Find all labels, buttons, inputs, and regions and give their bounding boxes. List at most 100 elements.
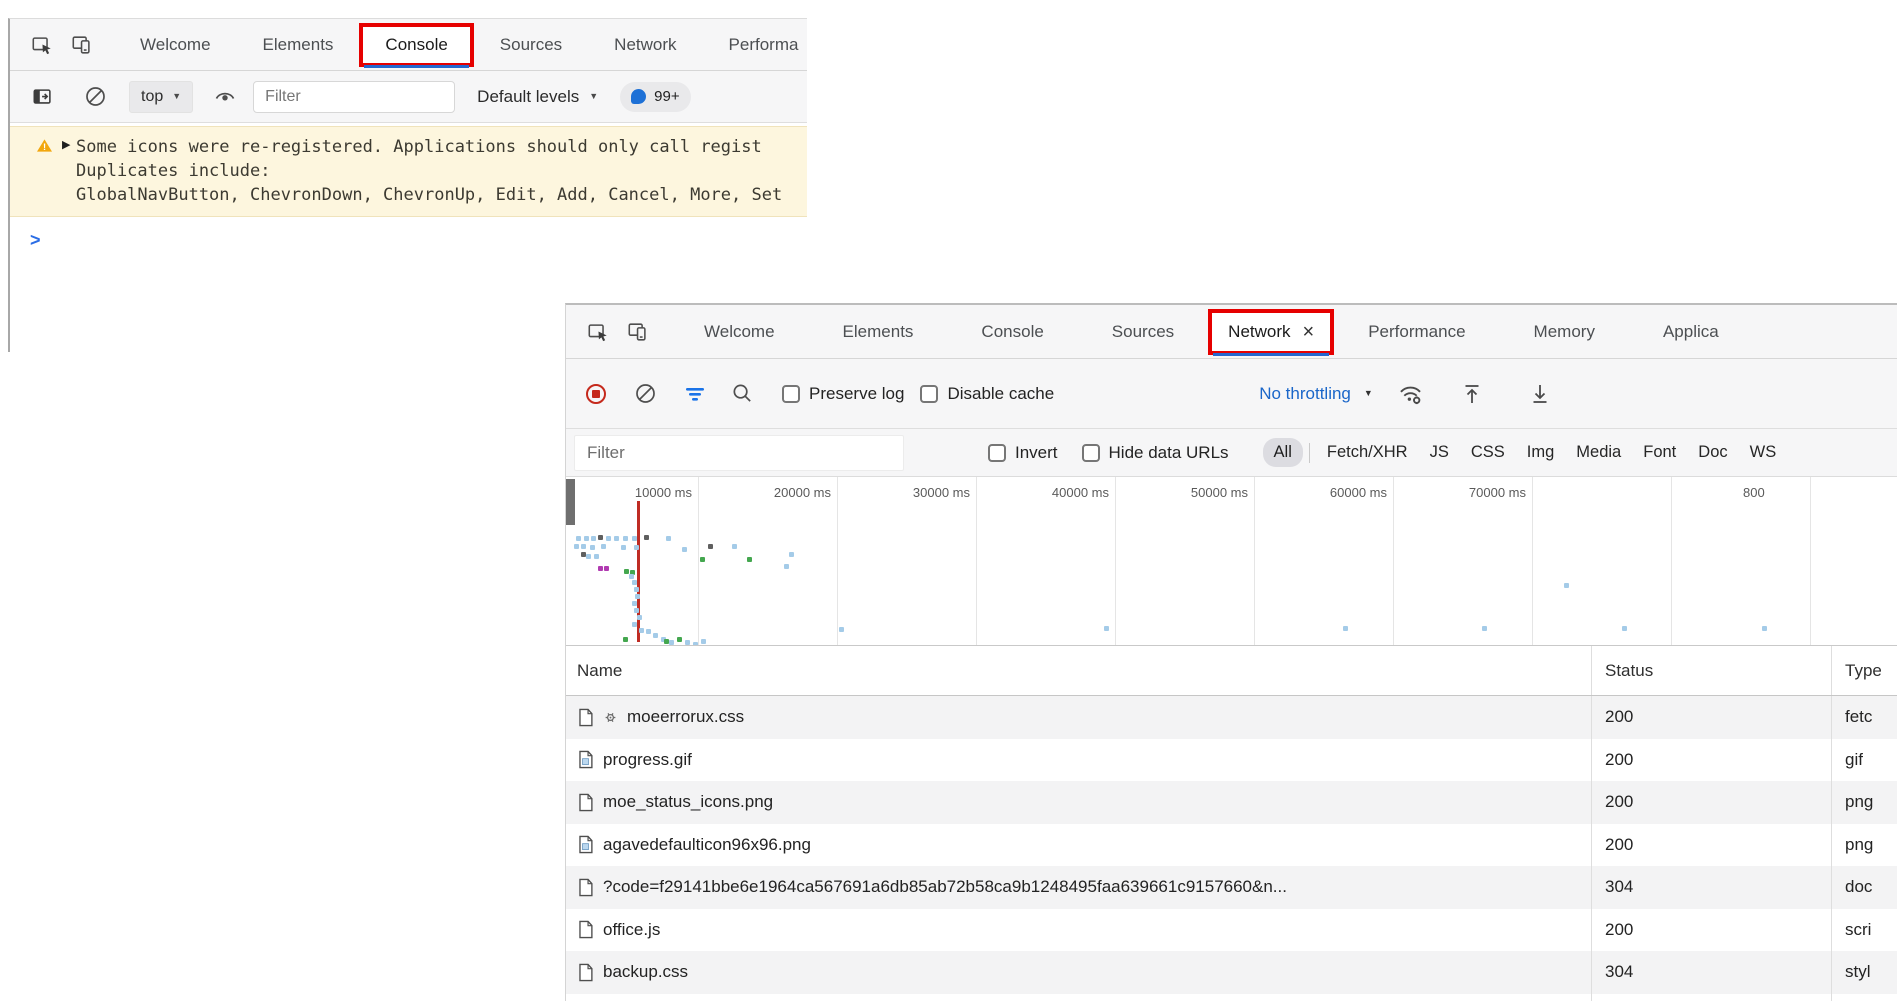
request-type-cell[interactable] — [1831, 994, 1897, 1001]
request-type-cell[interactable]: png — [1831, 781, 1897, 824]
preserve-log-checkbox[interactable]: Preserve log — [782, 384, 904, 404]
request-name: moe_status_icons.png — [603, 792, 773, 812]
tab-console[interactable]: Console — [947, 305, 1077, 358]
file-icon — [577, 877, 594, 898]
device-toolbar-icon[interactable] — [70, 33, 94, 57]
inspect-element-icon[interactable] — [586, 320, 610, 344]
record-network-log-icon[interactable] — [584, 382, 608, 406]
network-request-row[interactable]: office.js 200 scri — [566, 909, 1897, 952]
inspect-element-icon[interactable] — [30, 33, 54, 57]
network-request-row[interactable]: backup.css 304 styl — [566, 951, 1897, 994]
request-status-cell[interactable]: 200 — [1591, 739, 1831, 782]
console-warning-message[interactable]: ! ▶ Some icons were re-registered. Appli… — [10, 126, 807, 217]
clear-console-icon[interactable] — [84, 85, 107, 108]
tab-welcome[interactable]: Welcome — [670, 305, 809, 358]
tab-sources[interactable]: Sources — [1078, 305, 1208, 358]
network-request-row[interactable]: moe_status_icons.png 200 png — [566, 781, 1897, 824]
import-har-icon[interactable] — [1460, 382, 1484, 406]
tab-performance[interactable]: Performance — [1334, 305, 1499, 358]
request-name-cell[interactable]: agavedefaulticon96x96.png — [566, 824, 1591, 867]
resource-type-filter-pills: All Fetch/XHRJSCSSImgMediaFontDocWS — [1263, 438, 1788, 467]
request-type-cell[interactable]: gif — [1831, 739, 1897, 782]
network-overview-timeline[interactable]: 10000 ms20000 ms30000 ms40000 ms50000 ms… — [566, 477, 1897, 646]
filter-pill-img[interactable]: Img — [1516, 438, 1566, 467]
expand-triangle-icon[interactable]: ▶ — [62, 138, 70, 151]
filter-pill-css[interactable]: CSS — [1460, 438, 1516, 467]
disable-cache-checkbox[interactable]: Disable cache — [920, 384, 1054, 404]
clear-network-log-icon[interactable] — [634, 382, 657, 405]
request-status-cell[interactable]: 304 — [1591, 866, 1831, 909]
tab-memory[interactable]: Memory — [1500, 305, 1629, 358]
request-type-cell[interactable]: doc — [1831, 866, 1897, 909]
device-toolbar-icon[interactable] — [626, 320, 650, 344]
console-sidebar-icon[interactable] — [32, 86, 54, 108]
checkbox-unchecked[interactable] — [1082, 444, 1100, 462]
filter-pill-media[interactable]: Media — [1565, 438, 1632, 467]
request-status: 200 — [1605, 920, 1633, 940]
live-expression-eye-icon[interactable] — [213, 85, 237, 109]
search-icon[interactable] — [731, 382, 754, 405]
filter-pill-all[interactable]: All — [1263, 438, 1303, 467]
tab-network[interactable]: Network × — [1208, 309, 1334, 355]
request-name-cell[interactable]: progress.gif — [566, 739, 1591, 782]
tab-network[interactable]: Network — [588, 19, 702, 70]
request-name-cell[interactable] — [566, 994, 1591, 1001]
tab-elements[interactable]: Elements — [809, 305, 948, 358]
tab-applica[interactable]: Applica — [1629, 305, 1753, 358]
request-name-cell[interactable]: moe_status_icons.png — [566, 781, 1591, 824]
request-type-cell[interactable]: scri — [1831, 909, 1897, 952]
checkbox-unchecked[interactable] — [920, 385, 938, 403]
network-request-row[interactable] — [566, 994, 1897, 1001]
timeline-drag-handle[interactable] — [566, 479, 575, 525]
request-status-cell[interactable] — [1591, 994, 1831, 1001]
checkbox-unchecked[interactable] — [782, 385, 800, 403]
close-tab-icon[interactable]: × — [1303, 322, 1315, 342]
network-request-row[interactable]: progress.gif 200 gif — [566, 739, 1897, 782]
request-type-cell[interactable]: styl — [1831, 951, 1897, 994]
javascript-context-dropdown[interactable]: top ▼ — [129, 81, 193, 113]
tab-sources[interactable]: Sources — [474, 19, 588, 70]
network-request-row[interactable]: ?code=f29141bbe6e1964ca567691a6db85ab72b… — [566, 866, 1897, 909]
file-icon — [577, 792, 594, 813]
filter-pill-font[interactable]: Font — [1632, 438, 1687, 467]
column-header-name[interactable]: Name — [566, 646, 1591, 695]
filter-pill-js[interactable]: JS — [1419, 438, 1460, 467]
request-status-cell[interactable]: 200 — [1591, 696, 1831, 739]
tab-performa[interactable]: Performa — [703, 19, 807, 70]
tab-elements[interactable]: Elements — [237, 19, 360, 70]
request-status: 304 — [1605, 962, 1633, 982]
hide-data-urls-checkbox[interactable]: Hide data URLs — [1082, 443, 1229, 463]
throttling-dropdown[interactable]: No throttling ▼ — [1259, 384, 1373, 404]
timeline-gridline — [698, 477, 699, 645]
request-status-cell[interactable]: 200 — [1591, 909, 1831, 952]
log-levels-dropdown[interactable]: Default levels ▼ — [477, 87, 598, 107]
request-name-cell[interactable]: moeerrorux.css — [566, 696, 1591, 739]
console-filter-input[interactable] — [253, 81, 455, 113]
request-name-cell[interactable]: office.js — [566, 909, 1591, 952]
request-name-cell[interactable]: ?code=f29141bbe6e1964ca567691a6db85ab72b… — [566, 866, 1591, 909]
network-request-row[interactable]: agavedefaulticon96x96.png 200 png — [566, 824, 1897, 867]
filter-pill-doc[interactable]: Doc — [1687, 438, 1738, 467]
filter-funnel-icon[interactable] — [683, 382, 707, 406]
request-status-cell[interactable]: 200 — [1591, 824, 1831, 867]
network-filter-input[interactable] — [574, 435, 904, 471]
column-header-status[interactable]: Status — [1591, 646, 1831, 695]
invert-checkbox[interactable]: Invert — [988, 443, 1058, 463]
request-status-cell[interactable]: 200 — [1591, 781, 1831, 824]
tab-welcome[interactable]: Welcome — [114, 19, 237, 70]
request-type-cell[interactable]: png — [1831, 824, 1897, 867]
checkbox-unchecked[interactable] — [988, 444, 1006, 462]
network-conditions-icon[interactable] — [1397, 380, 1424, 407]
messages-count-badge[interactable]: 99+ — [620, 82, 690, 112]
tab-console[interactable]: Console — [359, 23, 473, 67]
request-type-cell[interactable]: fetc — [1831, 696, 1897, 739]
export-har-icon[interactable] — [1528, 382, 1552, 406]
console-prompt-chevron[interactable]: > — [30, 231, 807, 249]
request-status-cell[interactable]: 304 — [1591, 951, 1831, 994]
network-request-row[interactable]: moeerrorux.css 200 fetc — [566, 696, 1897, 739]
request-name: office.js — [603, 920, 660, 940]
filter-pill-ws[interactable]: WS — [1739, 438, 1788, 467]
column-header-type[interactable]: Type — [1831, 646, 1897, 695]
request-name-cell[interactable]: backup.css — [566, 951, 1591, 994]
filter-pill-fetchxhr[interactable]: Fetch/XHR — [1316, 438, 1419, 467]
